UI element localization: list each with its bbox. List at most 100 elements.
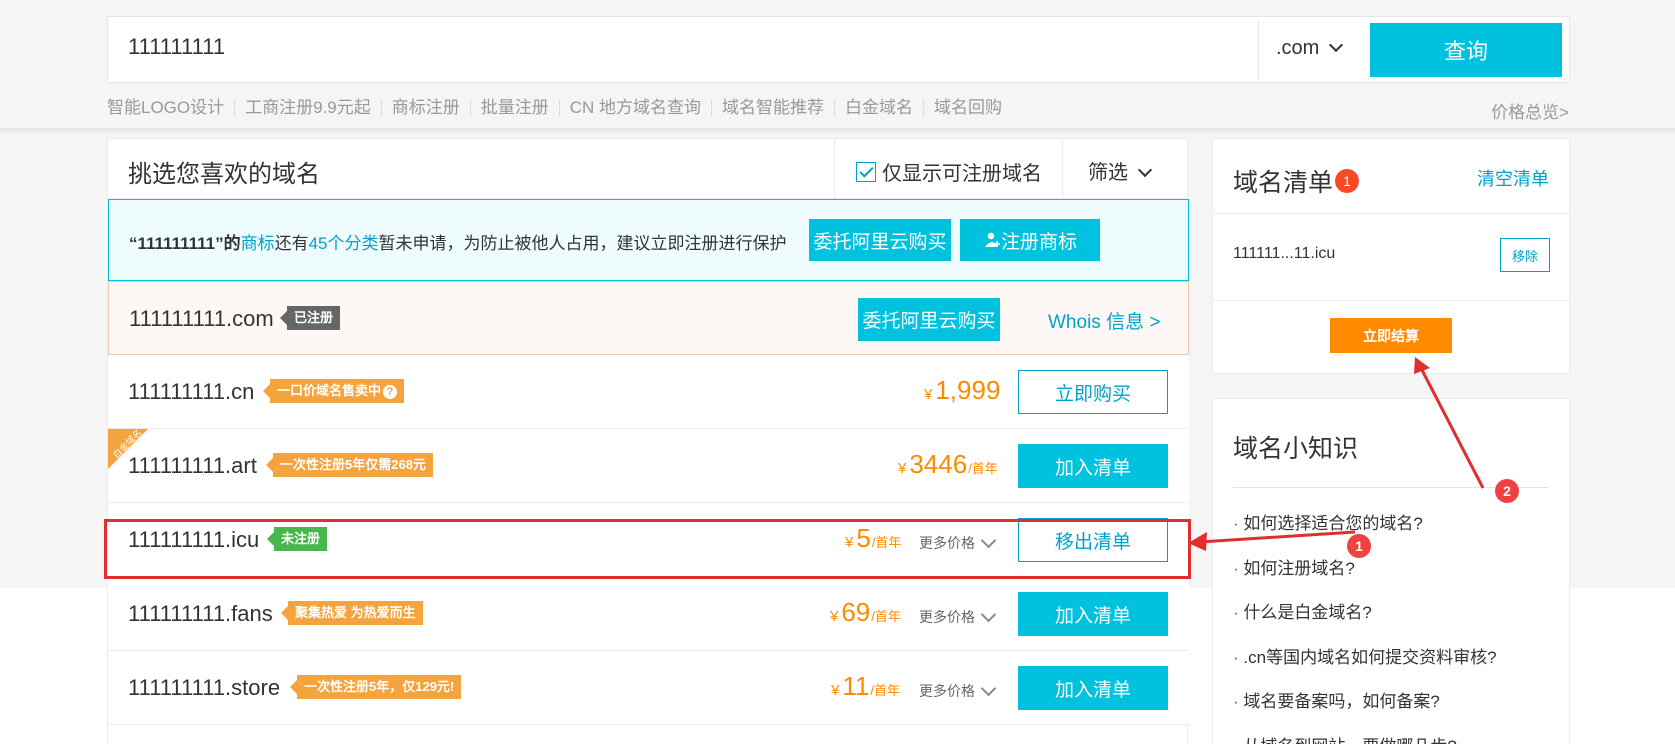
domain-row: 111111111.store 一次性注册5年，仅129元! ¥11/首年 更多… — [108, 651, 1189, 725]
quick-link[interactable]: 域名回购 — [923, 99, 1012, 117]
promo-badge: 聚集热爱 为热爱而生 — [281, 601, 423, 625]
notice-text: “111111111”的商标还有45个分类暂未申请，为防止被他人占用，建议立即注… — [129, 229, 787, 254]
promo-badge-label: 一口价域名售卖中 — [277, 383, 382, 398]
domain-knowledge-panel: 域名小知识 如何选择适合您的域名? 如何注册域名? 什么是白金域名? .cn等国… — [1212, 398, 1570, 744]
quick-link[interactable]: 工商注册9.9元起 — [234, 99, 381, 117]
knowledge-link[interactable]: 什么是白金域名? — [1233, 598, 1497, 643]
promo-badge: 一口价域名售卖中? — [262, 379, 405, 403]
notice-tail: 暂未申请，为防止被他人占用，建议立即注册进行保护 — [378, 234, 787, 253]
currency-symbol: ¥ — [924, 386, 933, 403]
currency-symbol: ¥ — [831, 682, 840, 699]
domain-name: 111111111.store — [128, 675, 281, 700]
domain-row: 白金域名 111111111.art 一次性注册5年仅需268元 ¥3446/首… — [108, 428, 1189, 503]
price-unit: /首年 — [968, 461, 998, 476]
quick-link[interactable]: 批量注册 — [469, 99, 559, 117]
user-add-icon — [984, 232, 1000, 247]
chevron-down-icon — [1329, 37, 1344, 53]
more-prices-dropdown[interactable]: 更多价格 — [919, 606, 997, 627]
domain-name: 111111111.cn — [128, 379, 255, 404]
cart-title-label: 域名清单 — [1233, 169, 1334, 197]
filter-label: 筛选 — [1088, 162, 1128, 184]
price-value: 3446 — [909, 449, 968, 479]
panel-header: 挑选您喜欢的域名 仅显示可注册域名 筛选 — [108, 139, 1189, 199]
header-divider — [1062, 139, 1063, 199]
notice-query: 111111111 — [137, 234, 216, 253]
price-value: 11 — [842, 671, 870, 701]
knowledge-link[interactable]: 如何注册域名? — [1233, 554, 1497, 599]
question-icon[interactable]: ? — [383, 385, 398, 399]
more-prices-dropdown[interactable]: 更多价格 — [919, 680, 997, 701]
buy-now-button[interactable]: 立即购买 — [1018, 370, 1168, 414]
search-divider — [1258, 21, 1259, 80]
domain-name: 111111111.com — [129, 306, 274, 331]
quick-link[interactable]: 域名智能推荐 — [711, 99, 834, 117]
divider — [1213, 300, 1571, 301]
search-bar: 111111111 .com 查询 — [107, 16, 1570, 83]
annotation-highlight-box — [104, 519, 1191, 579]
checkbox-checked-icon — [856, 161, 876, 182]
domain-name: 111111111.art — [128, 453, 257, 478]
add-to-list-button[interactable]: 加入清单 — [1018, 592, 1168, 636]
domain-row: 111111111.com 已注册 委托阿里云购买 Whois 信息 > — [108, 281, 1189, 355]
delegate-buy-button[interactable]: 委托阿里云购买 — [809, 219, 951, 261]
quick-link[interactable]: 智能LOGO设计 — [107, 99, 234, 117]
domain-results-panel: 挑选您喜欢的域名 仅显示可注册域名 筛选 “111111111”的商标还有45个… — [107, 138, 1189, 744]
clear-cart-link[interactable]: 清空清单 — [1477, 165, 1549, 191]
only-available-checkbox[interactable]: 仅显示可注册域名 — [856, 157, 1042, 186]
currency-symbol: ¥ — [830, 608, 839, 625]
more-prices-label: 更多价格 — [919, 683, 975, 699]
only-available-label: 仅显示可注册域名 — [882, 163, 1042, 185]
register-trademark-label: 注册商标 — [1000, 231, 1077, 253]
header-shadow — [0, 128, 1675, 134]
checkout-button[interactable]: 立即结算 — [1330, 318, 1452, 353]
annotation-marker-2: 2 — [1495, 479, 1519, 503]
divider — [1213, 213, 1571, 214]
knowledge-title: 域名小知识 — [1233, 435, 1359, 463]
status-badge: 已注册 — [279, 306, 341, 330]
cart-item-domain: 111111...11.icu — [1233, 245, 1336, 262]
remove-item-button[interactable]: 移除 — [1500, 238, 1550, 272]
add-to-list-button[interactable]: 加入清单 — [1018, 666, 1168, 710]
price-value: 69 — [841, 597, 871, 627]
tld-select[interactable]: .com — [1276, 37, 1344, 60]
price: ¥3446/首年 — [898, 449, 998, 480]
notice-quote-close: ”的 — [215, 234, 241, 253]
price-unit: /首年 — [871, 609, 901, 624]
promo-badge: 一次性注册5年，仅129元! — [289, 675, 462, 699]
panel-title: 挑选您喜欢的域名 — [128, 161, 320, 188]
knowledge-link[interactable]: 域名要备案吗，如何备案? — [1233, 687, 1497, 732]
search-button[interactable]: 查询 — [1370, 23, 1562, 77]
domain-name: 111111111.fans — [128, 601, 273, 626]
trademark-link[interactable]: 商标 — [241, 234, 275, 253]
tld-select-value: .com — [1276, 37, 1320, 59]
price-overview-link[interactable]: 价格总览> — [1491, 98, 1569, 123]
promo-badge: 一次性注册5年仅需268元 — [266, 453, 433, 477]
price: ¥69/首年 — [830, 597, 901, 628]
delegate-buy-button[interactable]: 委托阿里云购买 — [858, 298, 1000, 341]
category-count-link[interactable]: 45个分类 — [309, 234, 379, 253]
quick-link[interactable]: CN 地方域名查询 — [558, 99, 711, 117]
cart-count-badge: 1 — [1335, 169, 1360, 193]
chevron-down-icon — [980, 606, 997, 622]
notice-mid: 还有 — [274, 234, 309, 253]
filter-dropdown[interactable]: 筛选 — [1088, 156, 1153, 185]
register-trademark-button[interactable]: 注册商标 — [960, 219, 1100, 261]
price-value: 1,999 — [935, 375, 1001, 405]
knowledge-link[interactable]: 从域名到网站，要做哪几步? — [1233, 732, 1497, 744]
price: ¥1,999 — [924, 375, 1000, 406]
price-unit: /首年 — [870, 683, 900, 698]
domain-cart-panel: 域名清单 1 清空清单 111111...11.icu 移除 立即结算 — [1212, 138, 1571, 374]
price: ¥11/首年 — [831, 671, 900, 702]
chevron-down-icon — [980, 680, 997, 696]
knowledge-link[interactable]: .cn等国内域名如何提交资料审核? — [1233, 643, 1496, 688]
add-to-list-button[interactable]: 加入清单 — [1018, 444, 1168, 488]
quick-link[interactable]: 白金域名 — [834, 99, 923, 117]
domain-row: 111111111.cn 一口价域名售卖中? ¥1,999 立即购买 — [108, 355, 1189, 429]
whois-link[interactable]: Whois 信息 > — [1048, 307, 1160, 334]
cart-title: 域名清单 1 — [1233, 163, 1360, 199]
more-prices-label: 更多价格 — [919, 609, 975, 625]
search-input[interactable]: 111111111 — [128, 34, 225, 60]
annotation-marker-1: 1 — [1347, 534, 1371, 558]
currency-symbol: ¥ — [898, 460, 907, 477]
quick-link[interactable]: 商标注册 — [380, 99, 470, 117]
